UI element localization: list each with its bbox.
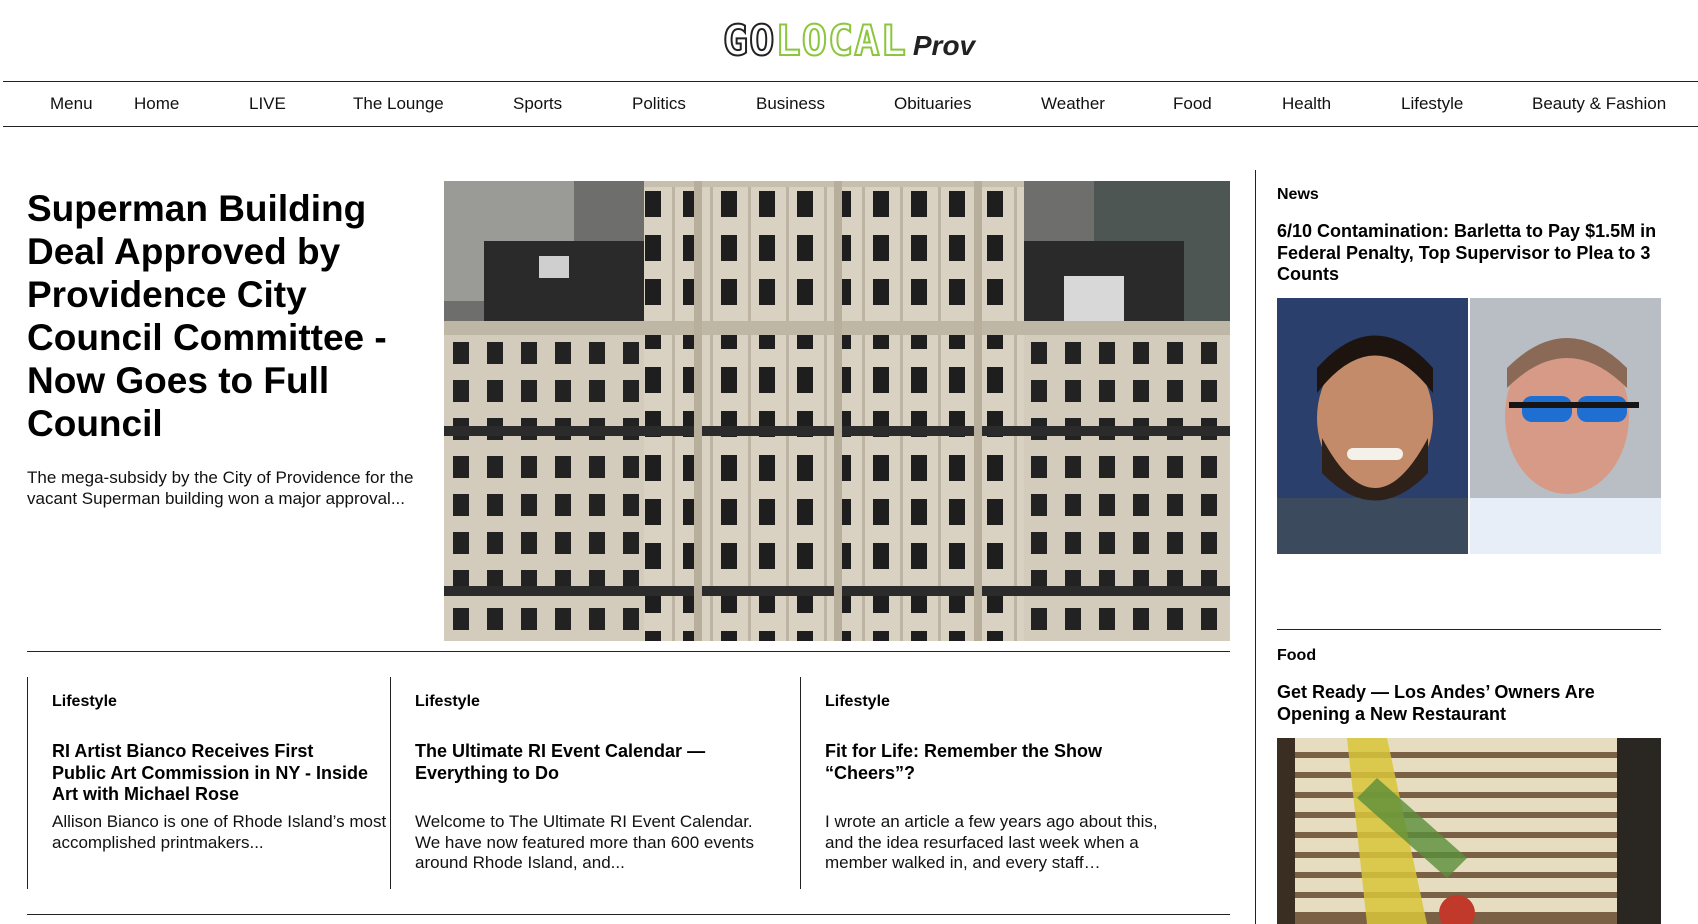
sidebar-food-image[interactable]	[1277, 738, 1661, 924]
hero-headline[interactable]: Superman Building Deal Approved by Provi…	[27, 187, 407, 445]
logo-go: GO	[722, 16, 776, 65]
nav-item-sports[interactable]: Sports	[513, 82, 562, 125]
sidebar-divider-horizontal	[1277, 629, 1661, 630]
nav-item-food[interactable]: Food	[1173, 82, 1212, 125]
card-category[interactable]: Lifestyle	[52, 693, 117, 711]
nav-item-obituaries[interactable]: Obituaries	[894, 82, 971, 125]
nav-item-weather[interactable]: Weather	[1041, 82, 1105, 125]
nav-item-politics[interactable]: Politics	[632, 82, 686, 125]
article-card: Lifestyle Fit for Life: Remember the Sho…	[800, 677, 1230, 889]
sidebar-food-title[interactable]: Get Ready — Los Andes’ Owners Are Openin…	[1277, 682, 1672, 725]
card-title[interactable]: Fit for Life: Remember the Show “Cheers”…	[825, 741, 1145, 784]
divider	[27, 914, 1230, 915]
sidebar-news-title[interactable]: 6/10 Contamination: Barletta to Pay $1.5…	[1277, 221, 1672, 286]
building-illustration	[444, 181, 1230, 641]
nav-item-health[interactable]: Health	[1282, 82, 1331, 125]
sidebar-news-image[interactable]	[1277, 298, 1661, 554]
nav-item-lifestyle[interactable]: Lifestyle	[1401, 82, 1463, 125]
sidebar-news-category[interactable]: News	[1277, 186, 1319, 204]
logo-prov: Prov	[912, 30, 976, 61]
painted-wall-photo	[1277, 738, 1661, 924]
divider	[27, 651, 1230, 652]
nav-item-business[interactable]: Business	[756, 82, 825, 125]
card-title[interactable]: The Ultimate RI Event Calendar — Everyth…	[415, 741, 735, 784]
sidebar-divider	[1255, 170, 1256, 924]
card-description: Welcome to The Ultimate RI Event Calenda…	[415, 812, 754, 872]
nav-item-home[interactable]: Home	[134, 82, 179, 125]
nav-item-beauty-fashion[interactable]: Beauty & Fashion	[1532, 82, 1666, 125]
nav-menu[interactable]: Menu	[50, 82, 93, 125]
site-logo[interactable]: GO LOCAL Prov	[0, 16, 1698, 65]
main-nav: Menu Home LIVE The Lounge Sports Politic…	[3, 81, 1698, 127]
card-title[interactable]: RI Artist Bianco Receives First Public A…	[52, 741, 372, 806]
hero-summary: The mega-subsidy by the City of Providen…	[27, 468, 414, 508]
article-card: Lifestyle RI Artist Bianco Receives Firs…	[27, 677, 391, 889]
card-description: Allison Bianco is one of Rhode Island’s …	[52, 812, 387, 852]
nav-item-live[interactable]: LIVE	[249, 82, 286, 125]
card-description: I wrote an article a few years ago about…	[825, 812, 1158, 872]
sidebar-food-category[interactable]: Food	[1277, 647, 1316, 665]
card-category[interactable]: Lifestyle	[825, 693, 890, 711]
hero-image-superman-building[interactable]	[444, 181, 1230, 641]
card-category[interactable]: Lifestyle	[415, 693, 480, 711]
two-portraits-photo	[1277, 298, 1661, 554]
logo-local: LOCAL	[774, 16, 907, 65]
nav-item-the-lounge[interactable]: The Lounge	[353, 82, 444, 125]
article-card: Lifestyle The Ultimate RI Event Calendar…	[390, 677, 800, 889]
